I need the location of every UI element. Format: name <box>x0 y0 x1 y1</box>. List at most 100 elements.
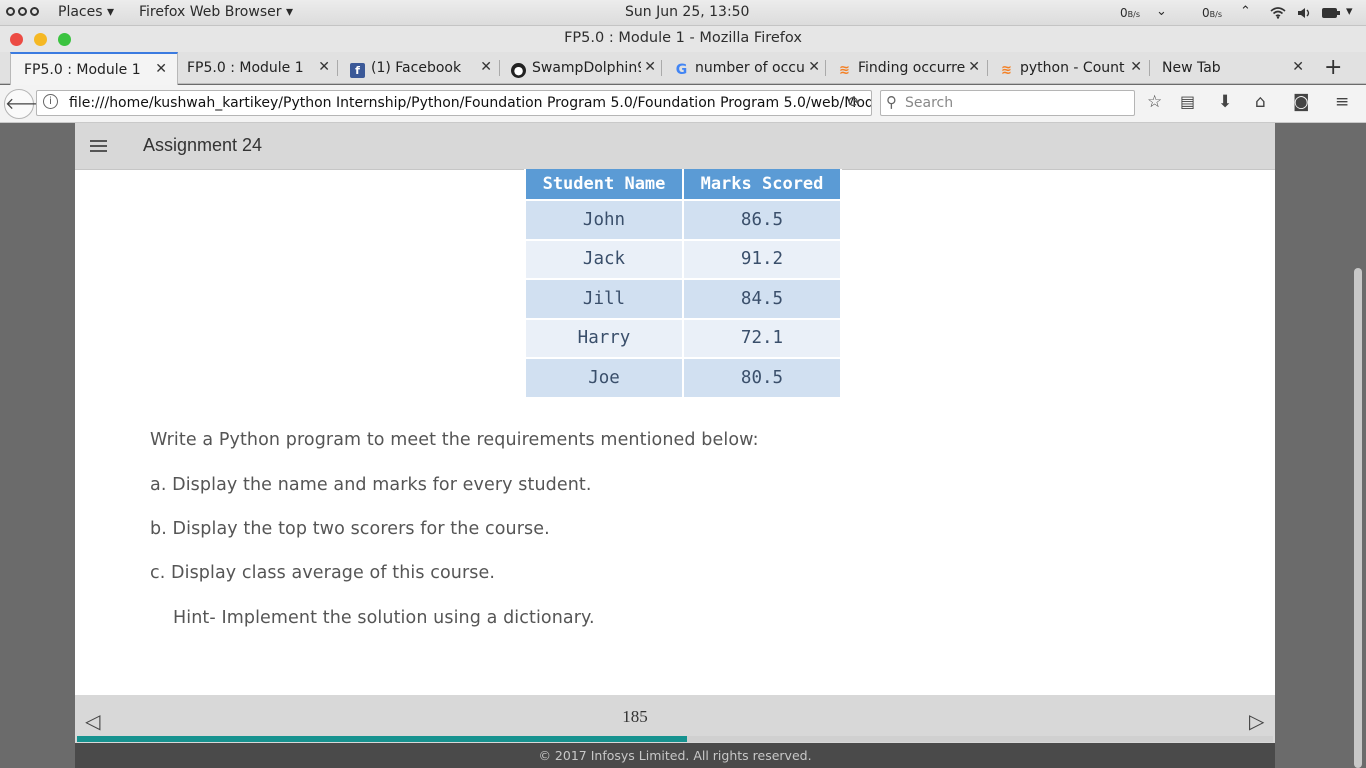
marks-cell: 91.2 <box>682 238 842 280</box>
tab-stackoverflow-1[interactable]: ≋ Finding occurren ✕ <box>826 52 988 84</box>
net-down-unit: B/s <box>1127 10 1140 19</box>
hamburger-menu-icon[interactable]: ≡ <box>1335 92 1349 112</box>
window-title-bar: FP5.0 : Module 1 - Mozilla Firefox <box>0 26 1366 52</box>
tab-label: python - Count o <box>1020 60 1138 76</box>
volume-icon[interactable] <box>1297 7 1311 19</box>
table-row: Jack 91.2 <box>524 238 842 280</box>
net-up-indicator: 0B/s <box>1202 6 1222 20</box>
tab-label: SwampDolphin9 <box>532 60 647 76</box>
tab-stackoverflow-2[interactable]: ≋ python - Count o ✕ <box>988 52 1150 84</box>
marks-cell: 80.5 <box>682 357 842 399</box>
chevron-down-icon: ⌄ <box>1156 4 1167 19</box>
app-menu[interactable]: Firefox Web Browser ▾ <box>139 4 293 20</box>
net-down-indicator: 0B/s <box>1120 6 1140 20</box>
search-placeholder: Search <box>905 95 954 111</box>
battery-icon[interactable] <box>1322 8 1340 18</box>
student-name-cell: Jack <box>524 238 684 280</box>
close-tab-icon[interactable]: ✕ <box>1127 59 1142 75</box>
tab-google-search[interactable]: Gnumber of occur ✕ <box>662 52 826 84</box>
close-tab-icon[interactable]: ✕ <box>155 61 167 77</box>
requirement-b: b. Display the top two scorers for the c… <box>150 519 550 539</box>
marks-cell: 86.5 <box>682 199 842 241</box>
wifi-icon[interactable] <box>1270 7 1286 19</box>
copyright-footer: © 2017 Infosys Limited. All rights reser… <box>75 743 1275 768</box>
url-text: file:///home/kushwah_kartikey/Python Int… <box>69 95 872 111</box>
reading-list-icon[interactable]: ▤ <box>1180 92 1195 111</box>
back-arrow-icon[interactable]: 🡐 <box>4 89 48 119</box>
download-icon[interactable]: ⬇ <box>1218 92 1232 112</box>
stackoverflow-icon: ≋ <box>839 63 850 78</box>
activities-icon[interactable] <box>6 7 39 16</box>
net-up-value: 0 <box>1202 6 1210 20</box>
search-input[interactable]: ⚲ Search <box>880 90 1135 116</box>
net-down-value: 0 <box>1120 6 1128 20</box>
assignment-prompt: Write a Python program to meet the requi… <box>150 430 759 450</box>
tab-label: (1) Facebook <box>371 60 462 76</box>
window-title: FP5.0 : Module 1 - Mozilla Firefox <box>564 30 802 46</box>
reload-icon[interactable]: ⟳ <box>848 93 861 111</box>
app-header: Assignment 24 <box>75 123 1275 170</box>
tab-label: FP5.0 : Module 1 <box>187 60 304 76</box>
places-menu[interactable]: Places ▾ <box>58 4 114 20</box>
home-icon[interactable]: ⌂ <box>1255 92 1266 112</box>
table-header-marks-scored: Marks Scored <box>682 169 842 201</box>
student-name-cell: Joe <box>524 357 684 399</box>
page-title: Assignment 24 <box>143 135 263 155</box>
bookmark-star-icon[interactable]: ☆ <box>1147 92 1162 112</box>
tab-label: New Tab <box>1162 60 1221 76</box>
tab-fp5-module1[interactable]: FP5.0 : Module 1 ✕ <box>178 52 338 84</box>
close-tab-icon[interactable]: ✕ <box>480 59 492 75</box>
vertical-scrollbar[interactable] <box>1350 123 1366 768</box>
tab-new-tab[interactable]: New Tab ✕ <box>1150 52 1312 84</box>
close-tab-icon[interactable]: ✕ <box>1292 59 1304 75</box>
power-menu-icon[interactable]: ▾ <box>1346 4 1353 19</box>
tab-facebook[interactable]: f (1) Facebook ✕ <box>338 52 500 84</box>
close-tab-icon[interactable]: ✕ <box>965 59 980 75</box>
tab-github[interactable]: ● SwampDolphin9 ✕ <box>500 52 662 84</box>
close-tab-icon[interactable]: ✕ <box>641 59 656 75</box>
tab-label: number of occur <box>695 60 811 76</box>
sidebar-menu-icon[interactable] <box>90 140 107 155</box>
requirement-c: c. Display class average of this course. <box>150 563 496 583</box>
system-top-bar: Places ▾ Firefox Web Browser ▾ Sun Jun 2… <box>0 0 1366 26</box>
search-icon: ⚲ <box>886 93 897 111</box>
hint-text: Hint- Implement the solution using a dic… <box>173 608 595 628</box>
close-tab-icon[interactable]: ✕ <box>805 59 820 75</box>
student-name-cell: John <box>524 199 684 241</box>
facebook-icon: f <box>350 63 365 78</box>
marks-cell: 72.1 <box>682 317 842 359</box>
new-tab-plus-icon[interactable]: + <box>1324 55 1342 80</box>
chevron-up-icon: ⌃ <box>1240 4 1251 19</box>
course-progress-bar <box>77 736 1273 742</box>
tab-bar: FP5.0 : Module 1 ✕ FP5.0 : Module 1 ✕ f (… <box>0 52 1366 85</box>
table-row: Joe 80.5 <box>524 357 842 399</box>
google-icon: G <box>675 62 688 78</box>
navigation-bar: 🡐 i file:///home/kushwah_kartikey/Python… <box>0 85 1366 123</box>
tab-label: Finding occurren <box>858 60 975 76</box>
tab-label: FP5.0 : Module 1 <box>24 62 141 78</box>
url-bar[interactable]: i file:///home/kushwah_kartikey/Python I… <box>36 90 872 116</box>
student-name-cell: Harry <box>524 317 684 359</box>
marks-table: Student Name Marks Scored John 86.5 Jack 9… <box>524 169 842 399</box>
table-row: Harry 72.1 <box>524 317 842 359</box>
marks-cell: 84.5 <box>682 278 842 320</box>
table-row: John 86.5 <box>524 199 842 241</box>
github-icon: ● <box>511 63 526 78</box>
stackoverflow-icon: ≋ <box>1001 63 1012 78</box>
close-tab-icon[interactable]: ✕ <box>318 59 330 75</box>
next-page-icon[interactable]: ▷ <box>1249 709 1264 733</box>
progress-fill <box>77 736 687 742</box>
table-row: Jill 84.5 <box>524 278 842 320</box>
scrollbar-thumb[interactable] <box>1354 268 1362 768</box>
site-info-icon[interactable]: i <box>43 94 58 109</box>
pocket-icon[interactable]: ◙ <box>1293 92 1310 112</box>
requirement-a: a. Display the name and marks for every … <box>150 475 592 495</box>
net-up-unit: B/s <box>1209 10 1222 19</box>
page-number: 185 <box>622 707 648 726</box>
clock[interactable]: Sun Jun 25, 13:50 <box>625 4 749 20</box>
places-label: Places <box>58 4 103 20</box>
tab-fp5-module1-active[interactable]: FP5.0 : Module 1 ✕ <box>10 52 178 85</box>
app-menu-label: Firefox Web Browser <box>139 4 282 20</box>
table-header-student-name: Student Name <box>524 169 684 201</box>
student-name-cell: Jill <box>524 278 684 320</box>
